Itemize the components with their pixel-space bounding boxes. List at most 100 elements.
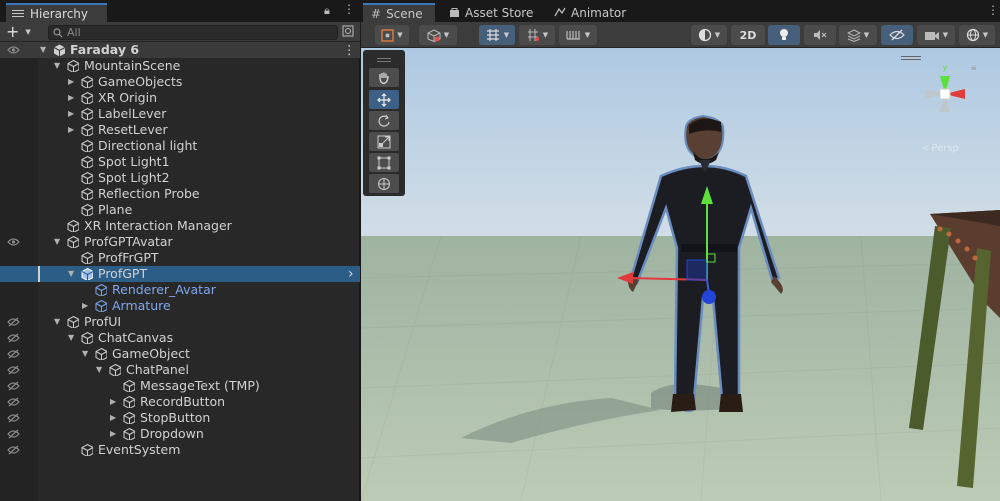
gizmo-drag-handle[interactable] [901, 54, 921, 62]
expand-down-icon[interactable]: ▼ [54, 234, 60, 250]
hierarchy-row[interactable]: ▶ Armature [0, 298, 360, 314]
draw-mode-dropdown[interactable]: ▼ [375, 25, 409, 45]
effects-dropdown[interactable]: ▼ [839, 25, 877, 45]
tab-animator[interactable]: Animator [546, 3, 634, 22]
expand-right-icon[interactable]: ▶ [68, 106, 74, 122]
chevron-down-icon: ▼ [584, 31, 591, 39]
render-mode-dropdown[interactable]: ▼ [419, 25, 457, 45]
chevron-right-icon[interactable]: › [348, 266, 354, 282]
eye-hidden-icon[interactable] [7, 397, 20, 407]
eye-icon[interactable] [7, 45, 20, 55]
expand-down-icon[interactable]: ▼ [82, 346, 88, 362]
globe-icon [966, 28, 979, 42]
svg-text:y: y [943, 63, 948, 72]
expand-right-icon[interactable]: ▶ [110, 410, 116, 426]
hierarchy-row[interactable]: Spot Light1 [0, 154, 360, 170]
hierarchy-row[interactable]: ▼ ProfGPTAvatar [0, 234, 360, 250]
hierarchy-row[interactable]: ▶ StopButton [0, 410, 360, 426]
drag-handle[interactable] [377, 61, 391, 62]
scene-viewport[interactable]: 🔒︎ y < Persp [361, 48, 1000, 501]
rect-tool-button[interactable] [369, 153, 399, 172]
audio-toggle[interactable] [804, 25, 836, 45]
mode-2d-toggle[interactable]: 2D [731, 25, 765, 45]
hierarchy-row[interactable]: ▼ GameObject [0, 346, 360, 362]
hierarchy-row[interactable]: Reflection Probe [0, 186, 360, 202]
hierarchy-row[interactable]: XR Interaction Manager [0, 218, 360, 234]
hierarchy-row[interactable]: ▼ ChatCanvas [0, 330, 360, 346]
expand-right-icon[interactable]: ▶ [82, 298, 88, 314]
lock-icon[interactable]: 🔒︎ [324, 4, 330, 18]
gameobject-icon [123, 396, 135, 408]
search-input[interactable]: All [48, 25, 338, 40]
expand-down-icon[interactable]: ▼ [96, 362, 102, 378]
eye-hidden-icon[interactable] [7, 445, 20, 455]
eye-hidden-icon[interactable] [7, 349, 20, 359]
camera-dropdown[interactable]: ▼ [917, 25, 955, 45]
expand-down-icon[interactable]: ▼ [54, 314, 60, 330]
rotate-tool-button[interactable] [369, 111, 399, 130]
more-options-icon[interactable]: ⋮ [987, 3, 999, 17]
hierarchy-row[interactable]: ProfFrGPT [0, 250, 360, 266]
eye-hidden-icon[interactable] [7, 413, 20, 423]
gameobject-icon [67, 220, 79, 232]
search-placeholder: All [67, 26, 81, 39]
hierarchy-row[interactable]: Renderer_Avatar [0, 282, 360, 298]
transform-tool-button[interactable] [369, 174, 399, 193]
hierarchy-row[interactable]: Spot Light2 [0, 170, 360, 186]
hierarchy-row-label: MountainScene [84, 58, 181, 73]
view-mode-toggle[interactable]: < Persp [921, 143, 959, 154]
increment-snap-dropdown[interactable]: ▼ [559, 25, 597, 45]
eye-icon[interactable] [7, 237, 20, 247]
gameobject-icon [123, 380, 135, 392]
hierarchy-row[interactable]: ▶ LabelLever [0, 106, 360, 122]
hierarchy-row[interactable]: ▶ RecordButton [0, 394, 360, 410]
gameobject-icon [81, 156, 93, 168]
more-options-icon[interactable]: ⋮ [343, 42, 356, 58]
drag-handle[interactable] [377, 58, 391, 59]
create-button[interactable]: + ▼ [6, 24, 36, 40]
expand-down-icon[interactable]: ▼ [40, 42, 46, 58]
hierarchy-row[interactable]: EventSystem [0, 442, 360, 458]
hierarchy-row[interactable]: ▶ GameObjects [0, 74, 360, 90]
tab-hierarchy[interactable]: Hierarchy [6, 3, 107, 22]
expand-right-icon[interactable]: ▶ [68, 74, 74, 90]
grid-snap-dropdown[interactable]: ▼ [519, 25, 555, 45]
expand-down-icon[interactable]: ▼ [68, 330, 74, 346]
scene-visibility-toggle[interactable] [881, 25, 913, 45]
scene-header-row[interactable]: ▼ Faraday 6 ⋮ [0, 42, 360, 58]
tab-scene[interactable]: # Scene [363, 3, 435, 22]
hand-tool-button[interactable] [369, 68, 399, 87]
hierarchy-row[interactable]: ▶ ResetLever [0, 122, 360, 138]
hierarchy-row[interactable]: ▶ Dropdown [0, 426, 360, 442]
hierarchy-row[interactable]: ▼ ChatPanel [0, 362, 360, 378]
hierarchy-row[interactable]: MessageText (TMP) [0, 378, 360, 394]
move-tool-button[interactable] [369, 90, 399, 109]
hierarchy-row[interactable]: ▼ ProfUI [0, 314, 360, 330]
lighting-toggle[interactable] [768, 25, 800, 45]
hierarchy-row[interactable]: › ▼ ProfGPT [0, 266, 360, 282]
hierarchy-row[interactable]: Plane [0, 202, 360, 218]
pivot-toggle[interactable]: ▼ [479, 25, 515, 45]
more-options-icon[interactable]: ⋮ [343, 3, 355, 15]
eye-hidden-icon[interactable] [7, 429, 20, 439]
expand-right-icon[interactable]: ▶ [68, 90, 74, 106]
hierarchy-row[interactable]: ▼ MountainScene [0, 58, 360, 74]
hierarchy-row[interactable]: Directional light [0, 138, 360, 154]
eye-hidden-icon[interactable] [7, 381, 20, 391]
scale-tool-button[interactable] [369, 132, 399, 151]
expand-down-icon[interactable]: ▼ [68, 266, 74, 282]
shading-dropdown[interactable]: ▼ [691, 25, 727, 45]
tab-asset-store[interactable]: Asset Store [441, 3, 541, 22]
eye-hidden-icon[interactable] [7, 317, 20, 327]
expand-down-icon[interactable]: ▼ [54, 58, 60, 74]
expand-right-icon[interactable]: ▶ [68, 122, 74, 138]
scene-search-icon[interactable] [342, 25, 355, 38]
hierarchy-row-label: ChatCanvas [98, 330, 174, 345]
orientation-gizmo[interactable]: y [915, 62, 975, 128]
expand-right-icon[interactable]: ▶ [110, 426, 116, 442]
gizmos-dropdown[interactable]: ▼ [959, 25, 995, 45]
eye-hidden-icon[interactable] [7, 365, 20, 375]
expand-right-icon[interactable]: ▶ [110, 394, 116, 410]
hierarchy-row[interactable]: ▶ XR Origin [0, 90, 360, 106]
eye-hidden-icon[interactable] [7, 333, 20, 343]
